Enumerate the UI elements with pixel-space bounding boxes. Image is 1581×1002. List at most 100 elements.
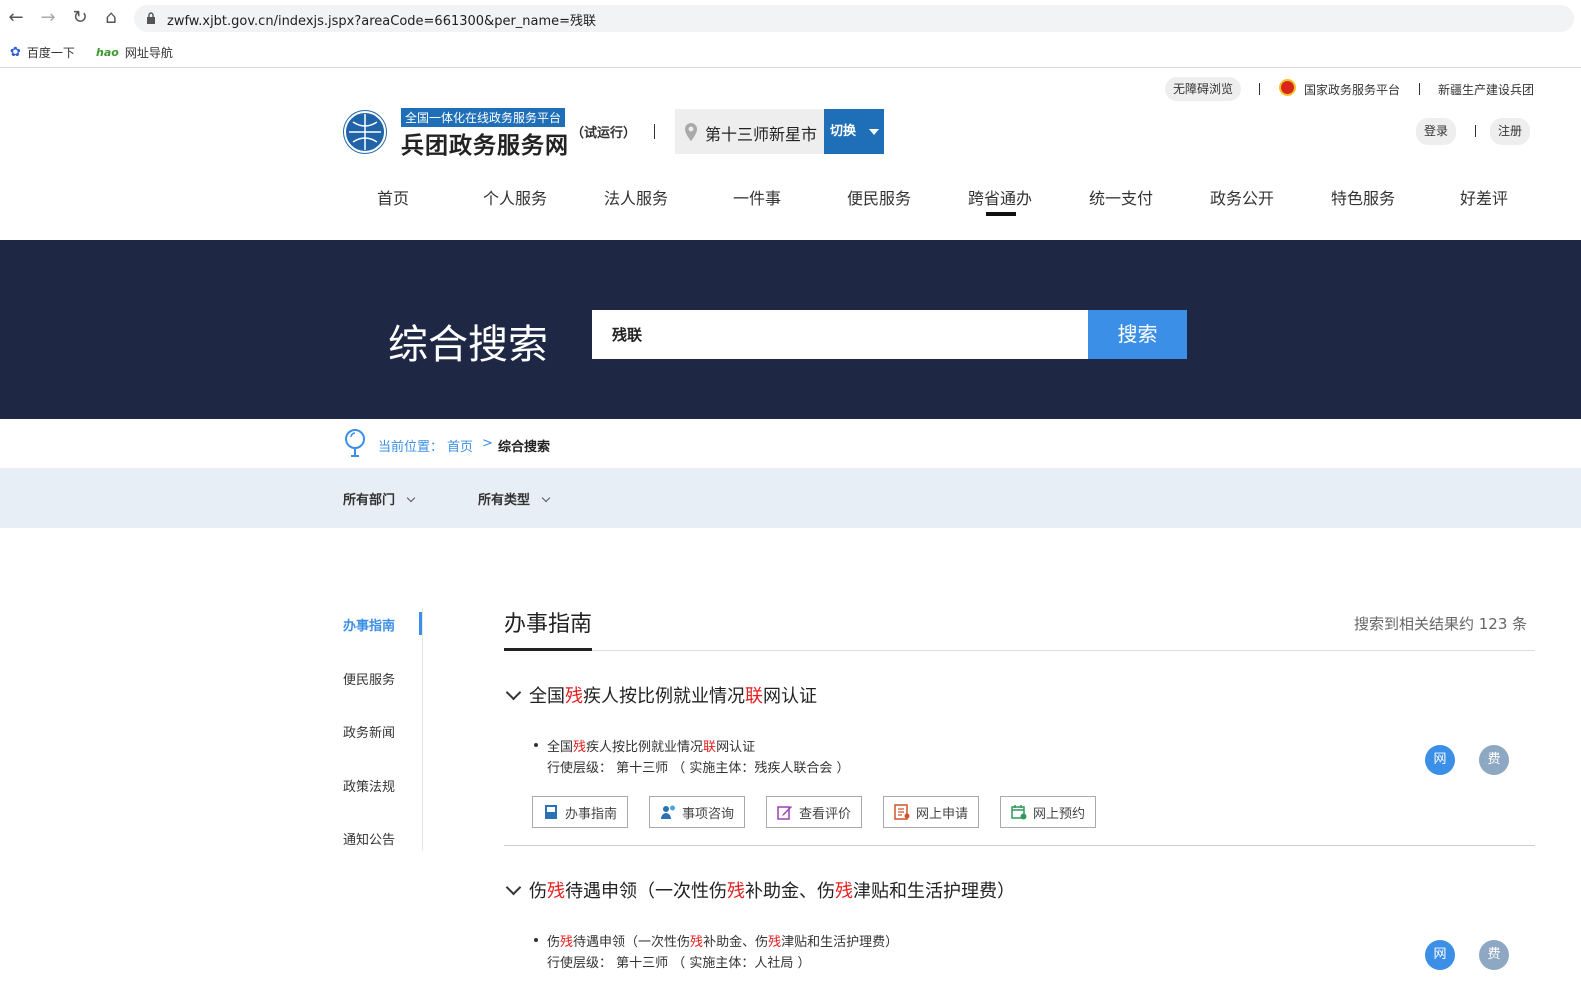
national-emblem-icon [1279,79,1296,96]
book-online-button[interactable]: 网上预约 [1000,796,1097,828]
sub-text: 全国 [547,740,574,755]
department-filter[interactable]: 所有部门 [343,489,415,508]
sub-text: 待遇申领（一次性伤 [573,935,691,950]
title-text: 补助金、伤 [745,881,835,902]
result-level: 行使层级： 第十三师 （ 实施主体：人社局 ） [547,956,811,971]
consult-button[interactable]: 事项咨询 [649,796,746,828]
map-pin-icon [685,123,697,141]
bullet [534,743,538,747]
bookmark-hao[interactable]: hao 网址导航 [96,44,173,61]
result-subtitle[interactable]: 全国残疾人按比例就业情况联网认证 [547,736,755,755]
nav-home[interactable]: 首页 [377,185,409,209]
breadcrumb-prefix: 当前位置： [378,440,444,455]
banner-title: 综合搜索 [388,322,548,368]
sub-text: 补助金、伤 [703,935,769,950]
globe-logo-icon [343,110,387,154]
location-name: 第十三师新星市 [705,125,818,144]
guide-button[interactable]: 办事指南 [532,796,629,828]
switch-label: 切换 [830,124,857,139]
paw-icon: ✿ [10,45,21,60]
sidebar-item-news[interactable]: 政务新闻 [343,722,395,741]
sidebar-item-policy[interactable]: 政策法规 [343,776,395,795]
sidebar-item-convenience[interactable]: 便民服务 [343,669,395,688]
nav-payment[interactable]: 统一支付 [1089,185,1153,209]
sidebar-divider [422,608,423,850]
sub-highlight: 残 [560,935,574,950]
sidebar-active-indicator [419,612,422,635]
login-button[interactable]: 登录 [1416,118,1457,145]
nav-one-thing[interactable]: 一件事 [733,185,781,209]
chevron-down-icon [541,493,550,503]
logo-name: 兵团政务服务网 [401,133,569,159]
section-title: 办事指南 [504,612,593,637]
form-icon [894,804,910,820]
bookmark-label: 百度一下 [26,46,75,60]
nav-convenience[interactable]: 便民服务 [847,185,911,209]
search-input[interactable] [592,310,1089,359]
caret-down-icon [868,128,879,135]
title-highlight: 残 [547,881,565,902]
button-label: 办事指南 [565,806,618,822]
divider [1259,83,1260,95]
reload-icon[interactable]: ↻ [70,8,90,28]
accessible-browse-link[interactable]: 无障碍浏览 [1165,77,1242,101]
nav-cross-province[interactable]: 跨省通办 [968,185,1032,209]
result-subtitle[interactable]: 伤残待遇申领（一次性伤残补助金、伤残津贴和生活护理费） [547,931,898,950]
title-highlight: 残 [565,686,583,707]
location-pin-icon [345,429,365,457]
national-platform-link[interactable]: 国家政务服务平台 [1304,81,1400,98]
location-selector[interactable]: 第十三师新星市 [675,109,825,154]
fee-badge: 费 [1479,745,1509,775]
result-level: 行使层级： 第十三师 （ 实施主体：残疾人联合会 ） [547,761,850,776]
review-button[interactable]: 查看评价 [766,796,863,828]
divider [1475,125,1476,137]
fee-badge: 费 [1479,940,1509,970]
search-button[interactable]: 搜索 [1088,310,1187,359]
bookmarks-bar: ✿ 百度一下 hao 网址导航 [0,38,1581,68]
sub-text: 疾人按比例就业情况 [586,740,704,755]
lock-icon [147,12,155,24]
calendar-icon [1011,805,1027,820]
divider [654,124,655,139]
button-label: 网上申请 [916,806,969,822]
sub-text: 津贴和生活护理费） [781,935,899,950]
consult-user-icon [661,805,675,819]
nav-personal[interactable]: 个人服务 [483,185,547,209]
bullet [534,938,538,942]
nav-active-indicator [986,212,1016,216]
title-highlight: 联 [745,686,763,707]
nav-gov-open[interactable]: 政务公开 [1210,185,1274,209]
back-arrow-icon[interactable]: ← [6,8,26,28]
breadcrumb-current: 综合搜索 [498,440,551,455]
button-label: 网上预约 [1033,806,1086,822]
switch-location-button[interactable]: 切换 [824,109,884,154]
result-title[interactable]: 全国残疾人按比例就业情况联网认证 [504,682,817,708]
bookmark-baidu[interactable]: ✿ 百度一下 [10,44,75,61]
hao-icon: hao [96,46,119,59]
sidebar-item-guide[interactable]: 办事指南 [343,615,395,634]
chevron-down-icon [505,684,522,701]
home-icon[interactable]: ⌂ [101,8,121,28]
title-text: 伤 [529,881,547,902]
sub-highlight: 残 [690,935,704,950]
title-text: 疾人按比例就业情况 [583,686,745,707]
type-filter[interactable]: 所有类型 [478,489,550,508]
breadcrumb-home[interactable]: 首页 [447,436,473,455]
register-button[interactable]: 注册 [1490,118,1531,145]
breadcrumb-separator: > [482,436,493,451]
sidebar-item-notice[interactable]: 通知公告 [343,829,395,848]
nav-special[interactable]: 特色服务 [1331,185,1395,209]
edit-icon [777,806,792,820]
result-title[interactable]: 伤残待遇申领（一次性伤残补助金、伤残津贴和生活护理费） [504,877,1015,903]
apply-online-button[interactable]: 网上申请 [883,796,980,828]
corps-link[interactable]: 新疆生产建设兵团 [1438,81,1534,98]
address-bar[interactable]: zwfw.xjbt.gov.cn/indexjs.jspx?areaCode=6… [134,5,1574,32]
nav-rating[interactable]: 好差评 [1460,185,1508,209]
filter-label: 所有类型 [478,493,531,508]
forward-arrow-icon[interactable]: → [38,8,58,28]
nav-legal[interactable]: 法人服务 [604,185,668,209]
book-icon [545,805,557,819]
online-badge: 网 [1425,940,1455,970]
browser-toolbar: ← → ↻ ⌂ zwfw.xjbt.gov.cn/indexjs.jspx?ar… [0,0,1581,38]
trial-label: （试运行） [571,126,637,141]
